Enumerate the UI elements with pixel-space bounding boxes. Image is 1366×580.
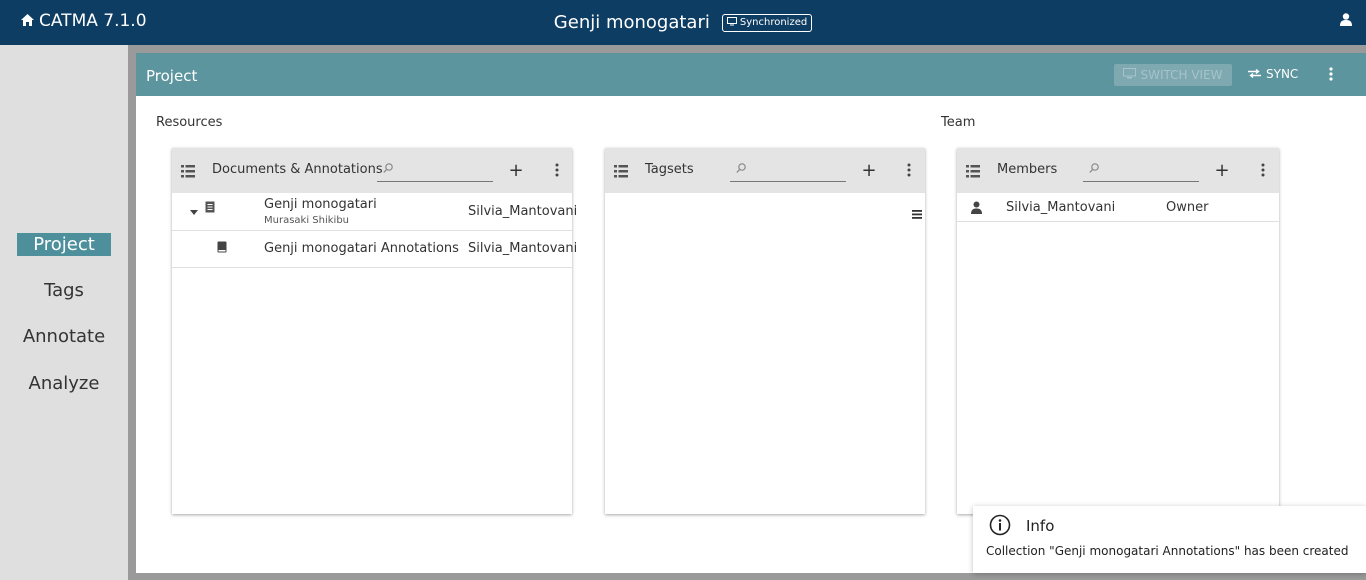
- switch-view-button[interactable]: SWITCH VIEW: [1114, 64, 1232, 86]
- nav-item-annotate[interactable]: Annotate: [0, 326, 128, 347]
- caret-down-icon[interactable]: [190, 205, 198, 220]
- home-icon: [21, 11, 39, 31]
- documents-panel-title: Documents & Annotations: [212, 162, 383, 177]
- nav-item-project[interactable]: Project: [0, 233, 128, 256]
- members-search[interactable]: [1083, 160, 1199, 182]
- project-view: Project SWITCH VIEW SYNC Resources Team …: [136, 53, 1366, 573]
- tagsets-panel-title: Tagsets: [645, 162, 694, 177]
- members-search-input[interactable]: [1103, 162, 1197, 176]
- documents-more-icon[interactable]: [555, 162, 559, 181]
- info-notification[interactable]: Info Collection "Genji monogatari Annota…: [973, 506, 1366, 573]
- search-icon: [736, 163, 746, 177]
- collection-name: Genji monogatari Annotations: [264, 241, 459, 256]
- add-member-button[interactable]: +: [1214, 160, 1230, 181]
- member-name: Silvia_Mantovani: [1006, 200, 1116, 215]
- members-more-icon[interactable]: [1261, 162, 1265, 181]
- monitor-icon: [1123, 68, 1140, 82]
- home-link[interactable]: CATMA 7.1.0: [21, 11, 147, 31]
- list-icon: [614, 163, 628, 182]
- user-icon[interactable]: [1340, 11, 1352, 30]
- add-document-button[interactable]: +: [508, 160, 524, 181]
- sync-label: SYNC: [1266, 67, 1299, 81]
- app-name: CATMA 7.1.0: [39, 11, 147, 31]
- members-panel-header: Members +: [957, 148, 1279, 193]
- monitor-icon: [726, 16, 740, 29]
- add-tagset-button[interactable]: +: [861, 160, 877, 181]
- members-panel: Members + Silvia_Mantovani Owner: [957, 148, 1279, 514]
- sync-status-badge: Synchronized: [721, 13, 813, 32]
- search-icon: [1089, 163, 1099, 177]
- sync-status-label: Synchronized: [739, 17, 808, 28]
- document-author: Murasaki Shikibu: [264, 215, 350, 226]
- nav-item-analyze[interactable]: Analyze: [0, 373, 128, 394]
- tagsets-panel-header: Tagsets +: [605, 148, 925, 193]
- top-bar: CATMA 7.1.0 Genji monogatari Synchronize…: [0, 0, 1366, 45]
- more-options-icon[interactable]: [1329, 66, 1333, 85]
- column-menu-icon[interactable]: [912, 204, 922, 223]
- sync-button[interactable]: SYNC: [1248, 67, 1298, 81]
- documents-panel-header: Documents & Annotations +: [172, 148, 572, 193]
- info-icon: [989, 514, 1011, 540]
- documents-panel: Documents & Annotations + Genji monogata…: [172, 148, 577, 514]
- project-title: Project: [146, 67, 198, 85]
- tagsets-more-icon[interactable]: [907, 162, 911, 181]
- page-title: Genji monogatari: [553, 12, 710, 33]
- sidebar: Project Tags Annotate Analyze: [0, 45, 128, 580]
- notification-message: Collection "Genji monogatari Annotations…: [986, 544, 1349, 558]
- project-header: Project SWITCH VIEW SYNC: [136, 53, 1366, 96]
- user-icon: [971, 201, 982, 218]
- members-panel-title: Members: [997, 162, 1058, 177]
- table-row[interactable]: Silvia_Mantovani Owner: [957, 193, 1279, 222]
- search-icon: [383, 163, 393, 177]
- tagsets-panel: Tagsets +: [605, 148, 925, 514]
- document-owner: Silvia_Mantovani: [468, 204, 578, 219]
- member-role: Owner: [1166, 200, 1209, 215]
- nav-item-tags[interactable]: Tags: [0, 280, 128, 301]
- collection-owner: Silvia_Mantovani: [468, 241, 578, 256]
- document-title-bar: Genji monogatari Synchronized: [0, 12, 1366, 33]
- table-row[interactable]: Genji monogatari Annotations Silvia_Mant…: [172, 231, 577, 268]
- notification-title: Info: [1026, 517, 1055, 535]
- list-icon: [181, 163, 195, 182]
- annotation-collection-icon: [217, 241, 227, 257]
- switch-view-label: SWITCH VIEW: [1140, 68, 1223, 82]
- sync-arrows-icon: [1248, 67, 1266, 81]
- team-label: Team: [941, 115, 976, 130]
- tagsets-search[interactable]: [730, 160, 846, 182]
- resources-label: Resources: [156, 115, 223, 130]
- documents-search-input[interactable]: [397, 162, 491, 176]
- tagsets-search-input[interactable]: [750, 162, 844, 176]
- list-icon: [966, 163, 980, 182]
- table-row[interactable]: Genji monogatari Murasaki Shikibu Silvia…: [172, 193, 577, 231]
- document-icon: [205, 201, 215, 217]
- document-name: Genji monogatari: [264, 197, 377, 212]
- documents-search[interactable]: [377, 160, 493, 182]
